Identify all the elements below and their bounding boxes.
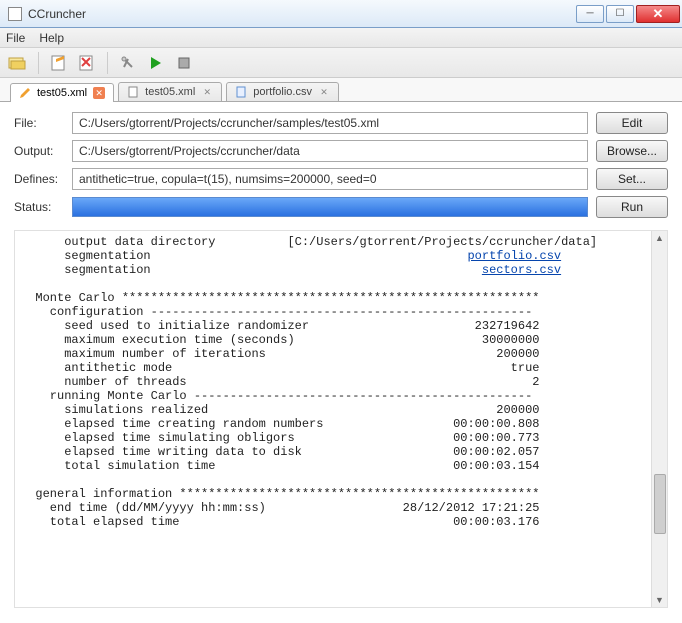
link-portfolio[interactable]: portfolio.csv (467, 249, 561, 263)
settings-button[interactable] (116, 51, 140, 75)
toolbar (0, 48, 682, 78)
form-panel: File: Edit Output: Browse... Defines: Se… (0, 102, 682, 224)
tab-close-icon[interactable]: ✕ (93, 87, 105, 99)
tab-test05-1[interactable]: test05.xml ✕ (10, 83, 114, 102)
run-button[interactable] (144, 51, 168, 75)
tab-label: test05.xml (37, 87, 87, 99)
link-sectors[interactable]: sectors.csv (482, 263, 561, 277)
tabbar: test05.xml ✕ test05.xml ✕ portfolio.csv … (0, 78, 682, 102)
tab-label: portfolio.csv (253, 86, 312, 98)
status-progressbar (72, 197, 588, 217)
console-output: output data directory [C:/Users/gtorrent… (15, 231, 667, 607)
tab-label: test05.xml (145, 86, 195, 98)
app-icon (8, 7, 22, 21)
scrollbar[interactable]: ▲ ▼ (651, 231, 667, 607)
output-input[interactable] (72, 140, 588, 162)
stop-button[interactable] (172, 51, 196, 75)
set-button[interactable]: Set... (596, 168, 668, 190)
console-panel: output data directory [C:/Users/gtorrent… (14, 230, 668, 608)
scroll-up-icon[interactable]: ▲ (655, 233, 664, 243)
defines-input[interactable] (72, 168, 588, 190)
tab-test05-2[interactable]: test05.xml ✕ (118, 82, 222, 101)
menubar: File Help (0, 28, 682, 48)
tab-close-icon[interactable]: ✕ (318, 86, 330, 98)
menu-help[interactable]: Help (39, 31, 64, 45)
close-button[interactable]: ✕ (636, 5, 680, 23)
browse-button[interactable]: Browse... (596, 140, 668, 162)
delete-button[interactable] (75, 51, 99, 75)
tab-close-icon[interactable]: ✕ (201, 86, 213, 98)
tab-portfolio[interactable]: portfolio.csv ✕ (226, 82, 339, 101)
output-label: Output: (14, 144, 64, 158)
file-label: File: (14, 116, 64, 130)
csv-icon (235, 86, 247, 98)
edit-file-button[interactable]: Edit (596, 112, 668, 134)
titlebar: CCruncher ─ ☐ ✕ (0, 0, 682, 28)
scroll-down-icon[interactable]: ▼ (655, 595, 664, 605)
file-input[interactable] (72, 112, 588, 134)
minimize-button[interactable]: ─ (576, 5, 604, 23)
scroll-thumb[interactable] (654, 474, 666, 534)
status-label: Status: (14, 200, 64, 214)
pencil-icon (19, 87, 31, 99)
maximize-button[interactable]: ☐ (606, 5, 634, 23)
defines-label: Defines: (14, 172, 64, 186)
edit-button[interactable] (47, 51, 71, 75)
window-title: CCruncher (28, 7, 576, 21)
doc-icon (127, 86, 139, 98)
run-action-button[interactable]: Run (596, 196, 668, 218)
menu-file[interactable]: File (6, 31, 25, 45)
open-button[interactable] (6, 51, 30, 75)
